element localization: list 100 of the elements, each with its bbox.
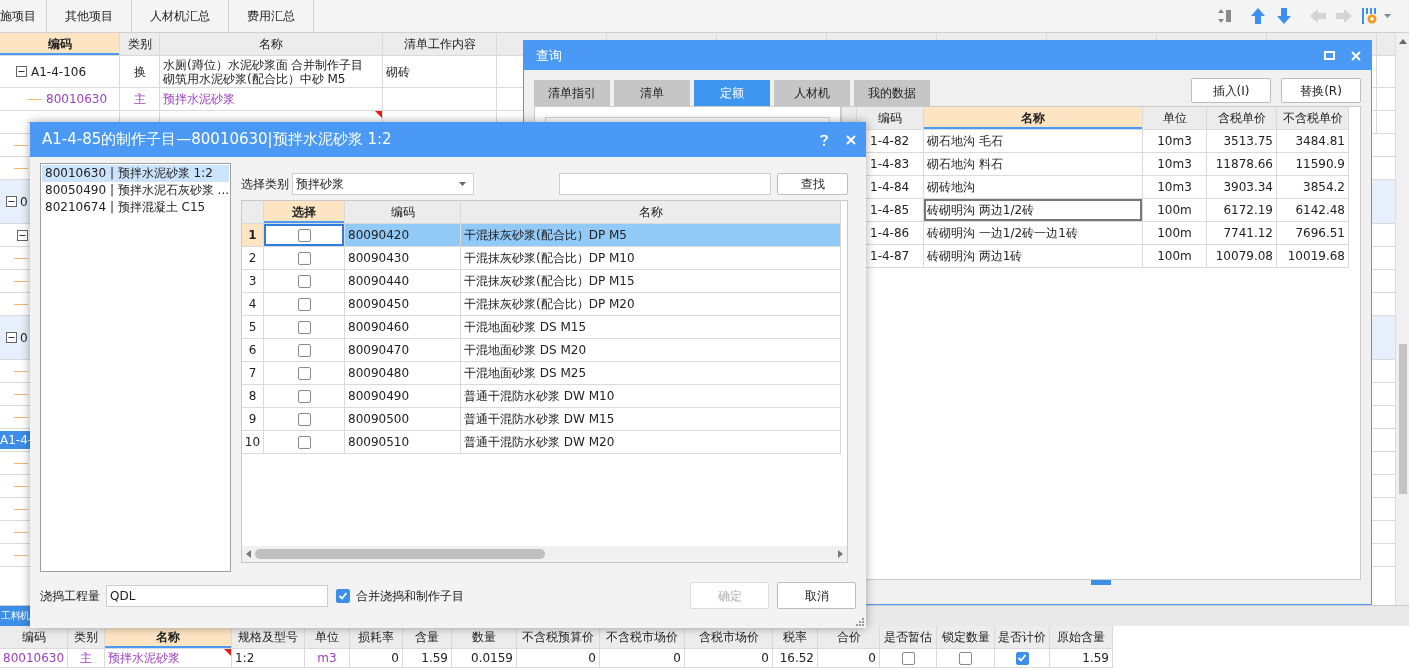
column-header[interactable]: 名称 (160, 33, 383, 55)
up-arrow-icon[interactable] (1250, 8, 1266, 24)
tab[interactable]: 其他项目 (47, 0, 132, 32)
table-cell: 预拌水泥砂浆 (163, 92, 235, 106)
maximize-icon[interactable] (1324, 51, 1335, 60)
column-header[interactable]: 编码 (857, 107, 924, 129)
column-header[interactable]: 锁定数量 (937, 626, 995, 648)
table-cell: 普通干混防水砂浆 DW M20 (461, 431, 841, 453)
checkbox[interactable] (297, 366, 311, 380)
checkbox[interactable] (297, 228, 311, 242)
tab[interactable]: 清单指引 (534, 80, 610, 106)
list-item[interactable]: 80010630 | 预拌水泥砂浆 1:2 (42, 165, 229, 182)
button[interactable]: 插入(I) (1191, 78, 1271, 103)
column-header[interactable]: 类别 (120, 33, 160, 55)
checkbox[interactable] (336, 588, 350, 603)
column-header[interactable]: 不含税市场价 (600, 626, 685, 648)
table-cell: 干混抹灰砂浆(配合比）DP M10 (461, 247, 841, 269)
checkbox[interactable] (297, 412, 311, 426)
checkbox[interactable] (297, 274, 311, 288)
column-header[interactable]: 含量 (403, 626, 452, 648)
column-header[interactable]: 名称 (924, 107, 1143, 129)
column-header[interactable]: 名称 (461, 201, 841, 223)
table-cell: 主 (120, 88, 160, 110)
collapse-icon[interactable] (16, 66, 27, 77)
column-header[interactable]: 是否计价 (995, 626, 1050, 648)
column-header[interactable]: 编码 (0, 33, 120, 55)
column-header[interactable]: 编码 (0, 626, 68, 648)
tree-line (14, 485, 28, 487)
row-number: 6 (242, 339, 264, 361)
column-header[interactable]: 税率 (773, 626, 818, 648)
column-header[interactable]: 是否暂估 (880, 626, 937, 648)
close-icon[interactable] (846, 134, 856, 145)
collapse-icon[interactable] (6, 332, 17, 343)
column-header[interactable]: 合价 (818, 626, 880, 648)
scroll-right-icon[interactable] (838, 550, 843, 558)
column-header[interactable]: 编码 (345, 201, 461, 223)
code-text: 80010630 (46, 91, 108, 108)
help-icon[interactable] (820, 133, 828, 146)
search-button[interactable]: 查找 (777, 173, 848, 195)
list-item[interactable]: 80210674 | 预拌混凝土 C15 (42, 199, 229, 216)
table-cell: 砌砖地沟 (924, 176, 1143, 198)
scroll-up-icon[interactable] (1398, 39, 1407, 44)
scroll-thumb[interactable] (1398, 344, 1407, 494)
column-header[interactable]: 损耗率 (350, 626, 403, 648)
column-header[interactable]: 不含税单价 (1277, 107, 1349, 129)
column-header[interactable]: 单位 (305, 626, 350, 648)
category-dropdown[interactable]: 预拌砂浆 (292, 173, 474, 195)
column-header[interactable]: 清单工作内容 (383, 33, 497, 55)
down-arrow-icon[interactable] (1276, 8, 1292, 24)
caret-icon[interactable] (459, 182, 466, 186)
checkbox[interactable] (297, 320, 311, 334)
caret-icon[interactable] (1384, 14, 1391, 18)
button[interactable]: 替换(R) (1281, 78, 1361, 103)
checkbox[interactable] (1015, 651, 1029, 665)
table-cell: 干混抹灰砂浆(配合比）DP M5 (461, 224, 841, 246)
tab[interactable]: 人材机 (774, 80, 850, 106)
column-header[interactable]: 含税市场价 (685, 626, 773, 648)
quantity-field[interactable]: QDL (106, 584, 328, 607)
list-item[interactable]: 80050490 | 预拌水泥石灰砂浆 ... (42, 182, 229, 199)
column-header[interactable]: 名称 (105, 626, 232, 648)
checkbox[interactable] (901, 651, 915, 665)
checkbox[interactable] (297, 251, 311, 265)
collapse-icon[interactable] (17, 229, 28, 241)
code-text: A1-4- (0, 431, 33, 449)
column-header[interactable]: 不含税预算价 (517, 626, 600, 648)
column-header[interactable]: 规格及型号 (232, 626, 305, 648)
column-header[interactable]: 原始含量 (1050, 626, 1113, 648)
tab[interactable]: 清单 (614, 80, 690, 106)
close-icon[interactable] (1351, 50, 1361, 61)
tab[interactable]: 人材机汇总 (132, 0, 229, 32)
resize-grip-icon[interactable] (856, 618, 864, 626)
scroll-left-icon[interactable] (246, 550, 251, 558)
column-header[interactable]: 单位 (1143, 107, 1207, 129)
splitter-handle[interactable] (1091, 580, 1111, 585)
tab[interactable]: 费用汇总 (229, 0, 314, 32)
button[interactable]: 取消 (777, 582, 856, 609)
scroll-thumb[interactable] (255, 549, 545, 559)
column-header[interactable]: 选择 (264, 201, 345, 223)
column-header[interactable]: 含税单价 (1207, 107, 1277, 129)
checkbox[interactable] (297, 435, 311, 449)
table-cell-text: 0.0159 (471, 650, 513, 667)
sort-icon[interactable] (1218, 8, 1232, 24)
table-cell: 80090430 (345, 247, 461, 269)
scrollbar[interactable] (1395, 33, 1409, 605)
column-header[interactable]: 类别 (68, 626, 105, 648)
collapse-icon[interactable] (6, 196, 17, 207)
checkbox[interactable] (297, 297, 311, 311)
table-cell: 3484.81 (1277, 130, 1349, 152)
tree-line (14, 462, 28, 464)
row-number: 10 (242, 431, 264, 453)
column-header[interactable]: 数量 (452, 626, 517, 648)
checkbox[interactable] (959, 651, 972, 665)
search-field[interactable] (559, 173, 771, 195)
scrollbar[interactable] (242, 546, 847, 562)
table-cell: 6142.48 (1277, 199, 1349, 221)
row-number: 1 (242, 224, 264, 246)
tab[interactable]: 我的数据 (854, 80, 930, 106)
tab[interactable]: 施项目 (0, 0, 47, 32)
checkbox[interactable] (297, 343, 311, 357)
checkbox[interactable] (297, 389, 311, 403)
